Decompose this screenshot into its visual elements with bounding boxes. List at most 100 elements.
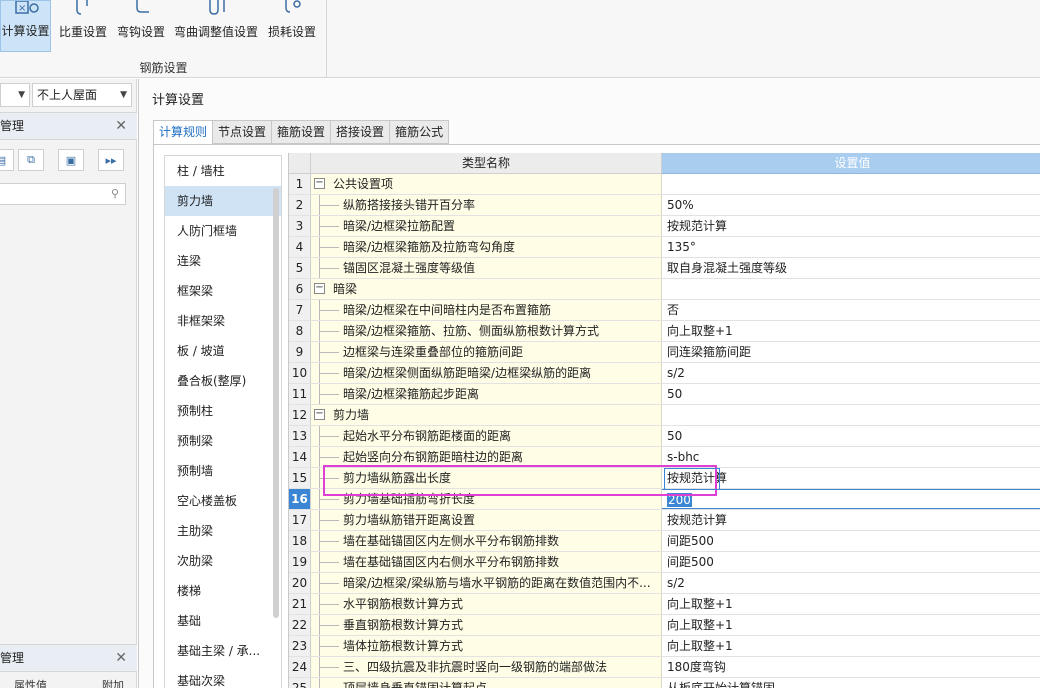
category-item[interactable]: 基础次梁 xyxy=(165,666,281,688)
setting-value[interactable]: 从板底开始计算锚固 xyxy=(662,678,1040,688)
setting-name: 剪力墙纵筋露出长度 xyxy=(311,468,662,488)
category-item[interactable]: 非框架梁 xyxy=(165,306,281,336)
table-row[interactable]: 22 垂直钢筋根数计算方式 向上取整+1 xyxy=(289,615,1040,636)
setting-value[interactable] xyxy=(662,405,1040,425)
table-row[interactable]: 18 墙在基础锚固区内左侧水平分布钢筋排数 间距500 xyxy=(289,531,1040,552)
table-row[interactable]: 2 纵筋搭接接头错开百分率 50% xyxy=(289,195,1040,216)
setting-value[interactable]: 50 xyxy=(662,384,1040,404)
table-row[interactable]: 11 暗梁/边框梁箍筋起步距离 50 xyxy=(289,384,1040,405)
tree-branch xyxy=(319,520,339,521)
table-row[interactable]: 13 起始水平分布钢筋距楼面的距离 50 xyxy=(289,426,1040,447)
table-row[interactable]: 20 暗梁/边框梁/梁纵筋与墙水平钢筋的距离在数值范围内不... s/2 xyxy=(289,573,1040,594)
table-row[interactable]: 19 墙在基础锚固区内右侧水平分布钢筋排数 间距500 xyxy=(289,552,1040,573)
table-row[interactable]: 15 剪力墙纵筋露出长度 按规范计算 xyxy=(289,468,1040,489)
tab-lap-settings[interactable]: 搭接设置 xyxy=(331,120,391,144)
setting-value[interactable]: s-bhc xyxy=(662,447,1040,467)
table-row[interactable]: 4 暗梁/边框梁箍筋及拉筋弯勾角度 135° xyxy=(289,237,1040,258)
setting-value[interactable]: 按规范计算 xyxy=(662,510,1040,530)
category-item[interactable]: 预制墙 xyxy=(165,456,281,486)
floor-combo[interactable]: ▼ xyxy=(0,83,30,107)
row-number: 11 xyxy=(289,384,311,404)
category-item[interactable]: 楼梯 xyxy=(165,576,281,606)
category-item[interactable]: 基础 xyxy=(165,606,281,636)
setting-name-text: 墙体拉筋根数计算方式 xyxy=(343,639,464,653)
table-row[interactable]: 5 锚固区混凝土强度等级值 取自身混凝土强度等级 xyxy=(289,258,1040,279)
loss-settings-button[interactable]: 损耗设置 xyxy=(264,0,320,52)
category-item[interactable]: 空心楼盖板 xyxy=(165,486,281,516)
table-row[interactable]: 17 剪力墙纵筋错开距离设置 按规范计算 xyxy=(289,510,1040,531)
calc-settings-button[interactable]: × 计算设置 xyxy=(0,0,51,52)
tab-stirrup-settings[interactable]: 箍筋设置 xyxy=(272,120,332,144)
setting-name-text: 暗梁/边框梁拉筋配置 xyxy=(343,219,456,233)
setting-value[interactable]: 50 xyxy=(662,426,1040,446)
setting-value[interactable] xyxy=(662,279,1040,299)
category-item[interactable]: 板 / 坡道 xyxy=(165,336,281,366)
more-button[interactable]: ▸▸ xyxy=(98,149,124,171)
table-row[interactable]: 16 剪力墙基础插筋弯折长度 200 xyxy=(289,489,1040,510)
setting-value[interactable]: 间距500 xyxy=(662,552,1040,572)
table-row[interactable]: 7 暗梁/边框梁在中间暗柱内是否布置箍筋 否 xyxy=(289,300,1040,321)
row-number: 9 xyxy=(289,342,311,362)
setting-value[interactable]: 向上取整+1 xyxy=(662,615,1040,635)
category-item[interactable]: 预制梁 xyxy=(165,426,281,456)
setting-value[interactable]: 向上取整+1 xyxy=(662,594,1040,614)
table-row[interactable]: 3 暗梁/边框梁拉筋配置 按规范计算 xyxy=(289,216,1040,237)
close-icon[interactable]: ✕ xyxy=(115,113,127,139)
category-item[interactable]: 框架梁 xyxy=(165,276,281,306)
setting-value[interactable]: 135° xyxy=(662,237,1040,257)
tab-calc-rules[interactable]: 计算规则 xyxy=(153,120,214,145)
tab-node-settings[interactable]: 节点设置 xyxy=(213,120,273,144)
category-item[interactable]: 基础主梁 / 承... xyxy=(165,636,281,666)
save-layer-button[interactable]: ▣ xyxy=(58,149,84,171)
setting-value[interactable]: 向上取整+1 xyxy=(662,636,1040,656)
category-item[interactable]: 连梁 xyxy=(165,246,281,276)
category-item[interactable]: 预制柱 xyxy=(165,396,281,426)
setting-value[interactable]: 按规范计算 xyxy=(662,216,1040,236)
tool-button[interactable]: ▤ xyxy=(0,149,14,171)
setting-value[interactable]: s/2 xyxy=(662,573,1040,593)
collapse-icon[interactable]: − xyxy=(314,409,325,420)
setting-value[interactable]: 200 xyxy=(662,489,1040,509)
table-row[interactable]: 1− 公共设置项 xyxy=(289,174,1040,195)
roof-type-combo[interactable]: 不上人屋面 ▼ xyxy=(32,83,132,107)
setting-value[interactable]: 间距500 xyxy=(662,531,1040,551)
weight-settings-button[interactable]: 比重设置 xyxy=(56,0,110,52)
category-item[interactable]: 次肋梁 xyxy=(165,546,281,576)
setting-value[interactable]: 取自身混凝土强度等级 xyxy=(662,258,1040,278)
roof-type-combo-value: 不上人屋面 xyxy=(37,88,98,102)
setting-value[interactable]: 同连梁箍筋间距 xyxy=(662,342,1040,362)
table-row[interactable]: 23 墙体拉筋根数计算方式 向上取整+1 xyxy=(289,636,1040,657)
collapse-icon[interactable]: − xyxy=(314,178,325,189)
close-icon[interactable]: ✕ xyxy=(115,645,127,671)
tree-branch xyxy=(319,205,339,206)
table-row[interactable]: 9 边框梁与连梁重叠部位的箍筋间距 同连梁箍筋间距 xyxy=(289,342,1040,363)
table-row[interactable]: 14 起始竖向分布钢筋距暗柱边的距离 s-bhc xyxy=(289,447,1040,468)
category-item[interactable]: 叠合板(整厚) xyxy=(165,366,281,396)
bend-adjust-button[interactable]: 弯曲调整值设置 xyxy=(172,0,260,52)
table-row[interactable]: 8 暗梁/边框梁箍筋、拉筋、侧面纵筋根数计算方式 向上取整+1 xyxy=(289,321,1040,342)
table-row[interactable]: 10 暗梁/边框梁侧面纵筋距暗梁/边框梁纵筋的距离 s/2 xyxy=(289,363,1040,384)
search-input[interactable]: ⚲ xyxy=(0,183,126,205)
setting-value[interactable]: 否 xyxy=(662,300,1040,320)
setting-value[interactable] xyxy=(662,174,1040,194)
table-row[interactable]: 25 顶层墙身垂直锚固计算起点 从板底开始计算锚固 xyxy=(289,678,1040,688)
scrollbar[interactable] xyxy=(273,188,279,618)
category-item[interactable]: 柱 / 墙柱 xyxy=(165,156,281,186)
setting-value[interactable]: 向上取整+1 xyxy=(662,321,1040,341)
table-row[interactable]: 21 水平钢筋根数计算方式 向上取整+1 xyxy=(289,594,1040,615)
setting-name: 墙在基础锚固区内右侧水平分布钢筋排数 xyxy=(311,552,662,572)
category-item[interactable]: 剪力墙 xyxy=(165,186,281,216)
table-row[interactable]: 6− 暗梁 xyxy=(289,279,1040,300)
hook-settings-button[interactable]: 弯钩设置 xyxy=(114,0,168,52)
category-item[interactable]: 主肋梁 xyxy=(165,516,281,546)
category-item[interactable]: 人防门框墙 xyxy=(165,216,281,246)
setting-value[interactable]: 50% xyxy=(662,195,1040,215)
tab-stirrup-formula[interactable]: 箍筋公式 xyxy=(390,120,450,144)
setting-value[interactable]: s/2 xyxy=(662,363,1040,383)
table-row[interactable]: 12− 剪力墙 xyxy=(289,405,1040,426)
setting-value[interactable]: 按规范计算 xyxy=(662,468,1040,488)
table-row[interactable]: 24 三、四级抗震及非抗震时竖向一级钢筋的端部做法 180度弯钩 xyxy=(289,657,1040,678)
copy-button[interactable]: ⧉ xyxy=(18,149,44,171)
setting-value[interactable]: 180度弯钩 xyxy=(662,657,1040,677)
collapse-icon[interactable]: − xyxy=(314,283,325,294)
